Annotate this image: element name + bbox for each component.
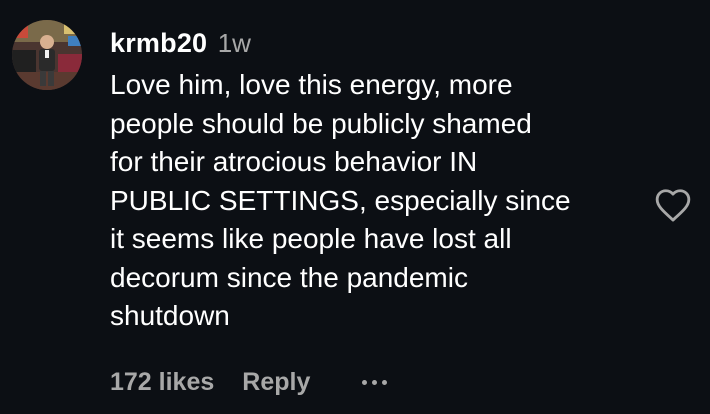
comment-text-line: PUBLIC SETTINGS, especially since [110,184,571,216]
likes-count[interactable]: 172 likes [110,368,214,397]
comment-text-line: for their atrocious behavior IN [110,146,478,177]
comment-text-line: people should be publicly shamed [110,107,532,139]
avatar-photo [12,20,82,90]
username[interactable]: krmb20 [110,28,207,58]
dot [382,379,388,385]
dot [372,379,378,385]
reply-button[interactable]: Reply [242,368,310,397]
avatar[interactable] [12,20,82,90]
comment: krmb20 1w Love him, love this energy, mo… [0,0,710,414]
comment-text-line: shutdown [110,300,230,331]
comment-text: Love him, love this energy, more people … [110,66,640,336]
dot [362,379,368,385]
comment-header: krmb20 1w [110,26,251,65]
timestamp: 1w [217,28,251,58]
comment-text-line: it seems like people have lost all [110,223,512,254]
comment-text-line: Love him, love this energy, more [110,69,513,100]
comment-actions: 172 likes Reply [110,364,388,400]
comment-text-line: decorum since the pandemic [110,261,468,293]
ellipsis-icon[interactable] [362,372,388,392]
heart-outline-icon[interactable] [654,187,692,223]
